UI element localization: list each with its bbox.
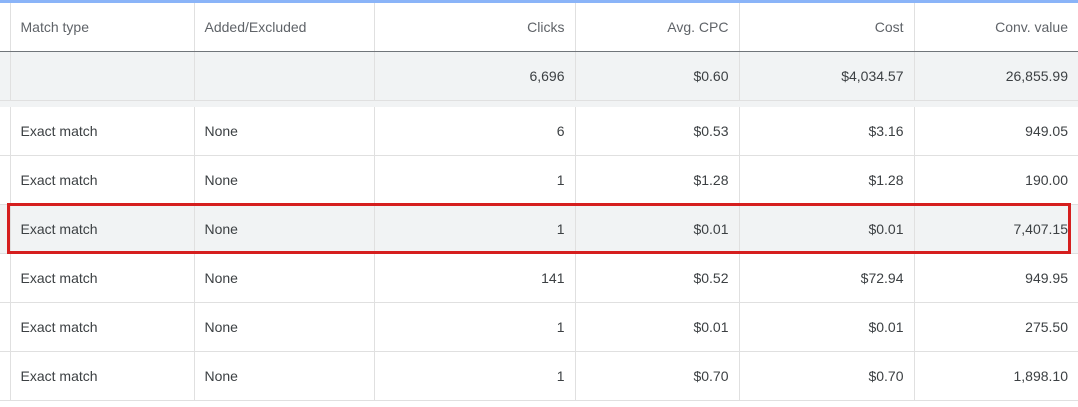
column-header-cost[interactable]: Cost [738, 3, 914, 52]
cell-added-excluded: None [193, 351, 374, 401]
column-header-match-type[interactable]: Match type [9, 3, 194, 52]
cell-added-excluded: None [193, 107, 374, 156]
cell-cost: $0.70 [738, 351, 914, 401]
cell-conv-value: 7,407.15 [913, 204, 1078, 254]
cell-conv-value: 949.05 [913, 107, 1078, 156]
cell-match-type: Exact match [9, 204, 194, 254]
cell-added-excluded: None [193, 302, 374, 352]
cell-clicks: 141 [373, 253, 575, 303]
header-stub [0, 3, 10, 52]
cell-clicks: 6 [373, 107, 575, 156]
table-row[interactable]: Exact match None 1 $1.28 $1.28 190.00 [0, 155, 1078, 205]
cell-added-excluded: None [193, 204, 374, 254]
cell-cost: $72.94 [738, 253, 914, 303]
row-stub [0, 155, 10, 205]
cell-clicks: 1 [373, 155, 575, 205]
table-row[interactable]: Exact match None 1 $0.01 $0.01 275.50 [0, 302, 1078, 352]
cell-cost: $3.16 [738, 107, 914, 156]
totals-stub [0, 51, 10, 101]
cell-clicks: 1 [373, 302, 575, 352]
cell-avg-cpc: $0.01 [574, 302, 739, 352]
row-stub [0, 302, 10, 352]
column-header-added-excluded[interactable]: Added/Excluded [193, 3, 374, 52]
cell-match-type: Exact match [9, 351, 194, 401]
column-header-clicks[interactable]: Clicks [373, 3, 575, 52]
keywords-table: Match type Added/Excluded Clicks Avg. CP… [0, 3, 1078, 401]
column-header-conv-value[interactable]: Conv. value [913, 3, 1078, 52]
cell-clicks: 1 [373, 351, 575, 401]
totals-added-excluded [193, 51, 374, 101]
cell-cost: $0.01 [738, 302, 914, 352]
table-header: Match type Added/Excluded Clicks Avg. CP… [0, 3, 1078, 52]
cell-match-type: Exact match [9, 155, 194, 205]
table-body: 6,696 $0.60 $4,034.57 26,855.99 Exact ma… [0, 51, 1078, 401]
row-stub [0, 204, 10, 254]
totals-match-type [9, 51, 194, 101]
column-header-avg-cpc[interactable]: Avg. CPC [574, 3, 739, 52]
cell-avg-cpc: $0.70 [574, 351, 739, 401]
totals-conv-value: 26,855.99 [913, 51, 1078, 101]
cell-avg-cpc: $0.53 [574, 107, 739, 156]
header-row: Match type Added/Excluded Clicks Avg. CP… [0, 3, 1078, 52]
cell-match-type: Exact match [9, 253, 194, 303]
row-stub [0, 351, 10, 401]
cell-added-excluded: None [193, 155, 374, 205]
cell-conv-value: 949.95 [913, 253, 1078, 303]
cell-cost: $1.28 [738, 155, 914, 205]
row-stub [0, 107, 10, 156]
table-row[interactable]: Exact match None 1 $0.70 $0.70 1,898.10 [0, 351, 1078, 401]
cell-clicks: 1 [373, 204, 575, 254]
cell-conv-value: 1,898.10 [913, 351, 1078, 401]
totals-row: 6,696 $0.60 $4,034.57 26,855.99 [0, 51, 1078, 101]
cell-cost: $0.01 [738, 204, 914, 254]
totals-clicks: 6,696 [373, 51, 575, 101]
table-row[interactable]: Exact match None 141 $0.52 $72.94 949.95 [0, 253, 1078, 303]
cell-avg-cpc: $0.52 [574, 253, 739, 303]
cell-conv-value: 190.00 [913, 155, 1078, 205]
row-stub [0, 253, 10, 303]
cell-avg-cpc: $1.28 [574, 155, 739, 205]
table-row[interactable]: Exact match None 1 $0.01 $0.01 7,407.15 [0, 204, 1078, 254]
cell-match-type: Exact match [9, 302, 194, 352]
cell-match-type: Exact match [9, 107, 194, 156]
cell-conv-value: 275.50 [913, 302, 1078, 352]
cell-avg-cpc: $0.01 [574, 204, 739, 254]
table-row[interactable]: Exact match None 6 $0.53 $3.16 949.05 [0, 107, 1078, 156]
totals-avg-cpc: $0.60 [574, 51, 739, 101]
totals-cost: $4,034.57 [738, 51, 914, 101]
cell-added-excluded: None [193, 253, 374, 303]
